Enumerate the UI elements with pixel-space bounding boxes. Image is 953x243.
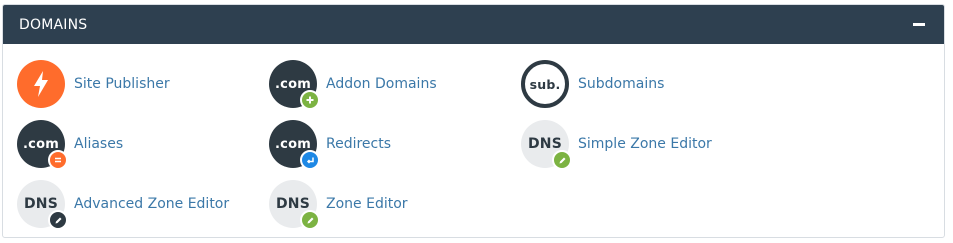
pencil-badge-icon bbox=[48, 210, 68, 230]
advanced-zone-editor-link[interactable]: DNS Advanced Zone Editor bbox=[17, 180, 230, 230]
collapse-button[interactable] bbox=[912, 18, 926, 32]
com-icon: .com bbox=[269, 60, 320, 110]
aliases-label: Aliases bbox=[74, 136, 124, 152]
pencil-badge-icon bbox=[300, 210, 320, 230]
subdomains-link[interactable]: sub. Subdomains bbox=[521, 60, 664, 108]
dns-icon: DNS bbox=[17, 180, 68, 230]
sub-icon: sub. bbox=[521, 60, 569, 108]
aliases-link[interactable]: .com Aliases bbox=[17, 120, 124, 170]
panel-header: DOMAINS bbox=[3, 5, 944, 44]
zone-editor-link[interactable]: DNS Zone Editor bbox=[269, 180, 408, 230]
zone-editor-label: Zone Editor bbox=[326, 196, 408, 212]
dns-icon: DNS bbox=[269, 180, 320, 230]
site-publisher-label: Site Publisher bbox=[74, 76, 170, 92]
subdomains-label: Subdomains bbox=[578, 76, 665, 92]
panel-title: DOMAINS bbox=[19, 16, 88, 33]
simple-zone-editor-link[interactable]: DNS Simple Zone Editor bbox=[521, 120, 712, 170]
pencil-badge-icon bbox=[552, 150, 572, 170]
equals-badge-icon bbox=[48, 150, 68, 170]
addon-domains-label: Addon Domains bbox=[326, 76, 437, 92]
advanced-zone-editor-label: Advanced Zone Editor bbox=[74, 196, 230, 212]
site-publisher-link[interactable]: Site Publisher bbox=[17, 60, 170, 108]
redirects-label: Redirects bbox=[326, 136, 392, 152]
redirects-link[interactable]: .com Redirects bbox=[269, 120, 392, 170]
domains-panel: DOMAINS Site Publisher .com Addon Domain… bbox=[2, 4, 945, 238]
addon-domains-link[interactable]: .com Addon Domains bbox=[269, 60, 437, 110]
lightning-bolt-icon bbox=[17, 60, 65, 108]
minus-icon bbox=[913, 23, 925, 26]
plus-badge-icon bbox=[300, 90, 320, 110]
redirect-badge-icon bbox=[300, 150, 320, 170]
domains-grid: Site Publisher .com Addon Domains sub. S… bbox=[3, 44, 944, 237]
dns-icon: DNS bbox=[521, 120, 572, 170]
simple-zone-editor-label: Simple Zone Editor bbox=[578, 136, 712, 152]
com-icon: .com bbox=[269, 120, 320, 170]
com-icon: .com bbox=[17, 120, 68, 170]
